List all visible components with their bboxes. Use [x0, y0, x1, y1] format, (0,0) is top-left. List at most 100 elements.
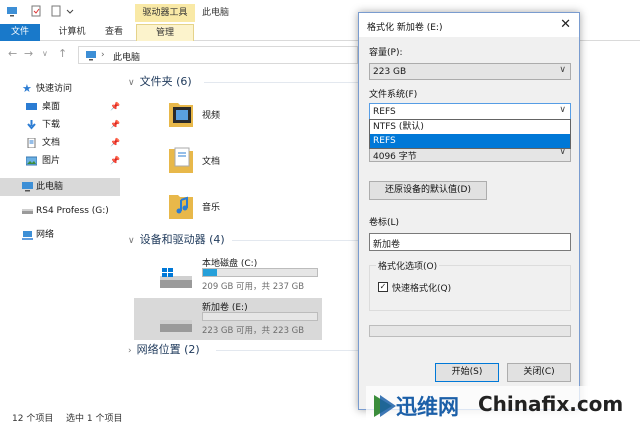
- format-dialog: 格式化 新加卷 (E:) ✕ 容量(P): 223 GB ∨ 文件系统(F) R…: [358, 12, 580, 410]
- file-system-select[interactable]: REFS ∨: [369, 103, 571, 120]
- sidebar-item-label: 快速访问: [36, 84, 73, 94]
- folder-item-documents[interactable]: 文档: [168, 144, 348, 184]
- properties-icon[interactable]: [30, 5, 42, 17]
- quick-format-checkbox[interactable]: ✓: [378, 282, 388, 292]
- format-options-group: 格式化选项(O) ✓ 快速格式化(Q): [369, 259, 571, 311]
- music-folder-icon: [169, 195, 193, 219]
- sidebar-item-label: RS4 Profess (G:): [36, 206, 109, 216]
- group-header-drives[interactable]: ∨ 设备和驱动器 (4): [128, 232, 225, 248]
- drive-usage-bar: [202, 268, 318, 277]
- chevron-down-icon[interactable]: [64, 5, 76, 17]
- file-system-value: REFS: [373, 107, 396, 117]
- computer-icon: [86, 51, 96, 61]
- drive-item-e[interactable]: 新加卷 (E:) 223 GB 可用，共 223 GB: [134, 298, 322, 340]
- computer-icon: [7, 7, 17, 17]
- new-folder-icon[interactable]: [50, 5, 62, 17]
- watermark-en-text: Chinafix.com: [478, 392, 624, 416]
- chevron-down-icon: ∨: [128, 78, 135, 88]
- address-box[interactable]: › 此电脑: [78, 46, 358, 64]
- group-header-folders[interactable]: ∨ 文件夹 (6): [128, 74, 192, 90]
- capacity-label: 容量(P):: [369, 48, 403, 58]
- sidebar-item-label: 下载: [42, 120, 61, 130]
- option-ntfs[interactable]: NTFS (默认): [370, 120, 570, 134]
- option-refs[interactable]: REFS: [370, 134, 570, 148]
- sidebar-item-label: 网络: [36, 230, 55, 240]
- sidebar-item-this-pc[interactable]: 此电脑: [0, 178, 120, 196]
- capacity-select[interactable]: 223 GB ∨: [369, 63, 571, 80]
- sidebar-item-quick-access[interactable]: ★ 快速访问: [0, 80, 120, 98]
- format-options-legend: 格式化选项(O): [376, 259, 440, 272]
- up-arrow-icon[interactable]: ↑: [58, 48, 67, 60]
- volume-label-value: 新加卷: [373, 240, 401, 250]
- documents-folder-icon: [169, 147, 193, 173]
- drive-item-c[interactable]: 本地磁盘 (C:) 209 GB 可用，共 237 GB: [134, 254, 322, 296]
- sidebar-item-network[interactable]: 网络: [0, 226, 120, 244]
- sidebar-item-label: 此电脑: [36, 182, 64, 192]
- group-header-network[interactable]: › 网络位置 (2): [128, 342, 200, 358]
- group-title: 设备和驱动器 (4): [139, 233, 225, 246]
- document-icon: [27, 138, 36, 148]
- sidebar-item-pictures[interactable]: 图片 📌: [0, 152, 120, 170]
- navigation-pane: ★ 快速访问 桌面 📌 下载 📌 文档 📌 图片 📌 此电脑 RS4 Profe…: [0, 70, 120, 400]
- back-arrow-icon[interactable]: ←: [8, 48, 17, 60]
- tab-view[interactable]: 查看: [96, 24, 132, 41]
- videos-folder-icon: [169, 103, 193, 127]
- pin-icon[interactable]: 📌: [110, 134, 120, 152]
- drive-usage-fill: [203, 269, 217, 276]
- capacity-value: 223 GB: [373, 67, 407, 77]
- breadcrumb-separator-icon: ›: [101, 50, 105, 60]
- selected-count: 选中 1 个项目: [66, 414, 123, 424]
- group-title: 文件夹 (6): [139, 75, 192, 88]
- watermark: 迅维网 Chinafix.com: [366, 386, 640, 428]
- chevron-down-icon: ∨: [128, 236, 135, 246]
- folder-item-videos[interactable]: 视频: [168, 98, 348, 138]
- sidebar-item-label: 文档: [42, 138, 61, 148]
- pin-icon[interactable]: 📌: [110, 152, 120, 170]
- forward-arrow-icon[interactable]: →: [24, 48, 33, 60]
- drive-free-space: 223 GB 可用，共 223 GB: [202, 326, 305, 336]
- folder-label: 音乐: [202, 203, 221, 213]
- download-icon: [27, 120, 36, 130]
- pin-icon[interactable]: 📌: [110, 116, 120, 134]
- quick-format-label[interactable]: 快速格式化(Q): [392, 281, 451, 294]
- sidebar-item-downloads[interactable]: 下载 📌: [0, 116, 120, 134]
- sidebar-item-label: 桌面: [42, 102, 61, 112]
- item-count: 12 个项目: [12, 414, 54, 424]
- volume-label-input[interactable]: 新加卷: [369, 233, 571, 251]
- folder-label: 文档: [202, 157, 221, 167]
- tab-file[interactable]: 文件: [0, 24, 40, 41]
- chevron-right-icon: ›: [128, 346, 132, 356]
- picture-icon: [26, 156, 37, 166]
- drive-icon: [22, 209, 33, 214]
- star-icon: ★: [22, 82, 32, 95]
- tab-computer[interactable]: 计算机: [52, 24, 92, 41]
- pin-icon[interactable]: 📌: [110, 98, 120, 116]
- allocation-unit-value: 4096 字节: [373, 152, 417, 162]
- sidebar-item-documents[interactable]: 文档 📌: [0, 134, 120, 152]
- close-icon[interactable]: ✕: [560, 17, 571, 32]
- window-title: 此电脑: [202, 8, 230, 18]
- desktop-icon: [26, 103, 37, 110]
- close-button[interactable]: 关闭(C): [507, 363, 571, 382]
- computer-icon: [22, 182, 33, 192]
- format-progress-bar: [369, 325, 571, 337]
- dialog-title-bar: 格式化 新加卷 (E:) ✕: [359, 13, 579, 37]
- group-title: 网络位置 (2): [136, 343, 200, 356]
- drive-tools-context-tab: 驱动器工具: [135, 4, 195, 22]
- folder-item-music[interactable]: 音乐: [168, 190, 348, 230]
- chevron-down-icon[interactable]: ∨: [42, 48, 48, 60]
- breadcrumb: 此电脑: [113, 53, 141, 63]
- drive-usage-bar: [202, 312, 318, 321]
- windows-drive-icon: [160, 268, 192, 288]
- sidebar-item-label: 图片: [42, 156, 61, 166]
- start-button[interactable]: 开始(S): [435, 363, 499, 382]
- chevron-down-icon: ∨: [559, 105, 566, 115]
- sidebar-item-g-drive[interactable]: RS4 Profess (G:): [0, 202, 120, 220]
- chevron-down-icon: ∨: [559, 65, 566, 75]
- tab-manage[interactable]: 管理: [136, 24, 194, 41]
- restore-defaults-button[interactable]: 还原设备的默认值(D): [369, 181, 487, 200]
- drive-icon: [160, 320, 192, 332]
- sidebar-item-desktop[interactable]: 桌面 📌: [0, 98, 120, 116]
- drive-free-space: 209 GB 可用，共 237 GB: [202, 282, 305, 292]
- network-icon: [22, 231, 33, 240]
